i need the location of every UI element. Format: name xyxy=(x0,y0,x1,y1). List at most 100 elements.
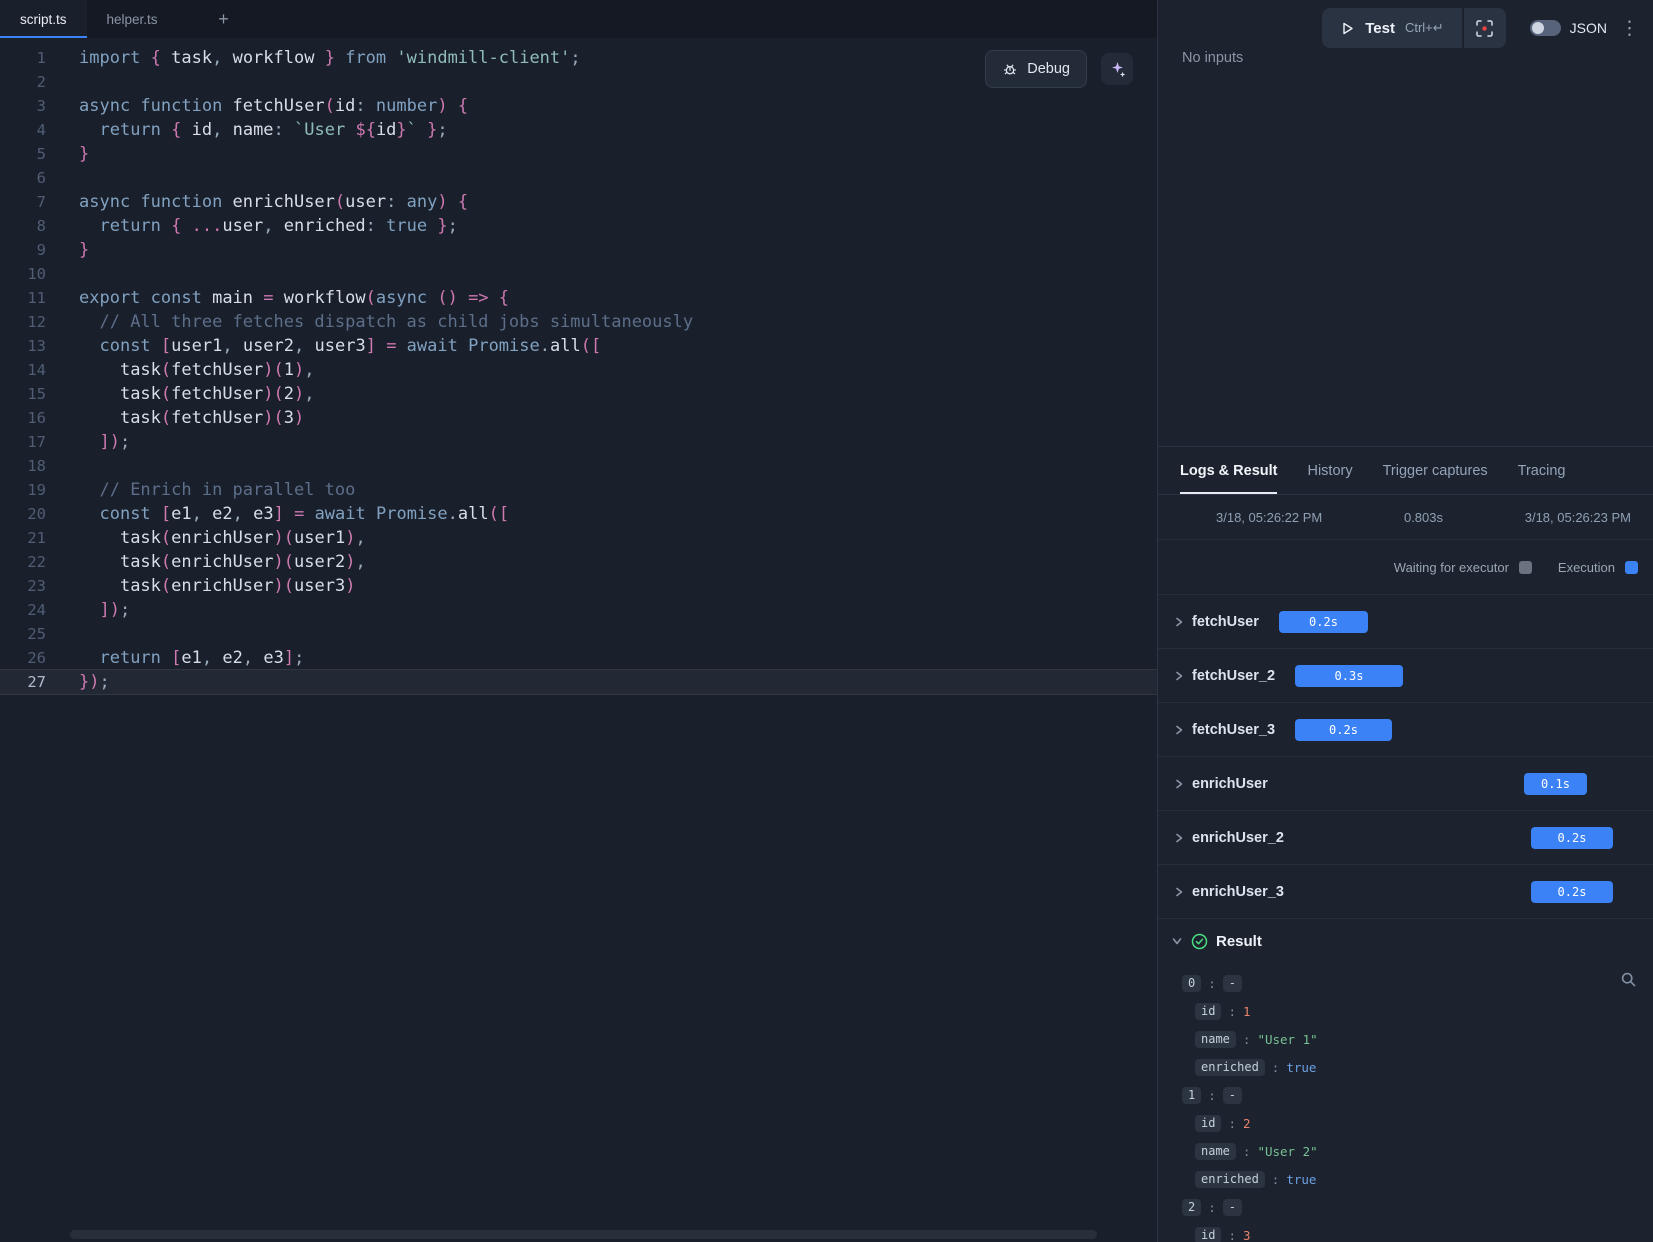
line-number: 1 xyxy=(0,46,46,70)
code-line-1[interactable]: 1import { task, workflow } from 'windmil… xyxy=(0,46,1157,70)
chevron-right-icon xyxy=(1173,832,1185,844)
job-row-enrichUser[interactable]: enrichUser0.1s xyxy=(1158,757,1653,811)
result-row-1[interactable]: 1:- xyxy=(1158,1081,1653,1109)
debug-button-label: Debug xyxy=(1027,61,1070,77)
line-number: 17 xyxy=(0,430,46,454)
result-row-id[interactable]: id:2 xyxy=(1158,1109,1653,1137)
result-key[interactable]: 1 xyxy=(1182,1087,1201,1104)
job-name: enrichUser_2 xyxy=(1192,830,1284,846)
result-key[interactable]: 2 xyxy=(1182,1199,1201,1216)
chevron-right-icon xyxy=(1173,886,1185,898)
code-line-3[interactable]: 3async function fetchUser(id: number) { xyxy=(0,94,1157,118)
ai-wand-button[interactable] xyxy=(1101,53,1133,85)
code-line-9[interactable]: 9} xyxy=(0,238,1157,262)
horizontal-scrollbar[interactable] xyxy=(70,1230,1097,1239)
new-tab-button[interactable]: + xyxy=(206,0,242,38)
magic-wand-icon xyxy=(1109,61,1126,78)
result-row-name[interactable]: name:"User 2" xyxy=(1158,1137,1653,1165)
test-button[interactable]: Test Ctrl+↵ xyxy=(1322,8,1461,48)
test-button-label: Test xyxy=(1365,20,1395,37)
line-number: 22 xyxy=(0,550,46,574)
focus-mode-button[interactable] xyxy=(1464,8,1506,48)
code-line-15[interactable]: 15 task(fetchUser)(2), xyxy=(0,382,1157,406)
result-value: true xyxy=(1286,1172,1316,1187)
code-line-12[interactable]: 12 // All three fetches dispatch as chil… xyxy=(0,310,1157,334)
panel-tab-trigger-captures[interactable]: Trigger captures xyxy=(1383,447,1488,494)
job-row-enrichUser_3[interactable]: enrichUser_30.2s xyxy=(1158,865,1653,919)
line-content: const [user1, user2, user3] = await Prom… xyxy=(46,334,601,358)
editor-actions: Debug xyxy=(985,50,1133,88)
code-line-7[interactable]: 7async function enrichUser(user: any) { xyxy=(0,190,1157,214)
result-row-id[interactable]: id:3 xyxy=(1158,1221,1653,1242)
code-line-2[interactable]: 2 xyxy=(0,70,1157,94)
line-content: task(fetchUser)(2), xyxy=(46,382,315,406)
result-key[interactable]: 0 xyxy=(1182,975,1201,992)
legend-waiting-swatch xyxy=(1519,561,1532,574)
code-line-20[interactable]: 20 const [e1, e2, e3] = await Promise.al… xyxy=(0,502,1157,526)
result-row-2[interactable]: 2:- xyxy=(1158,1193,1653,1221)
timeline-legend: Waiting for executor Execution xyxy=(1158,540,1653,595)
result-key[interactable]: enriched xyxy=(1195,1059,1265,1076)
job-list: fetchUser0.2sfetchUser_20.3sfetchUser_30… xyxy=(1158,595,1653,919)
code-line-22[interactable]: 22 task(enrichUser)(user2), xyxy=(0,550,1157,574)
result-key[interactable]: id xyxy=(1195,1227,1221,1242)
result-row-name[interactable]: name:"User 1" xyxy=(1158,1025,1653,1053)
result-key[interactable]: name xyxy=(1195,1143,1236,1160)
code-line-18[interactable]: 18 xyxy=(0,454,1157,478)
code-line-24[interactable]: 24 ]); xyxy=(0,598,1157,622)
editor-tab-script-ts[interactable]: script.ts xyxy=(0,0,87,38)
code-line-26[interactable]: 26 return [e1, e2, e3]; xyxy=(0,646,1157,670)
result-key[interactable]: id xyxy=(1195,1003,1221,1020)
job-duration-badge: 0.1s xyxy=(1524,773,1587,795)
panel-tab-history[interactable]: History xyxy=(1307,447,1352,494)
job-row-fetchUser_3[interactable]: fetchUser_30.2s xyxy=(1158,703,1653,757)
editor-tab-helper-ts[interactable]: helper.ts xyxy=(87,0,178,38)
code-line-23[interactable]: 23 task(enrichUser)(user3) xyxy=(0,574,1157,598)
code-line-10[interactable]: 10 xyxy=(0,262,1157,286)
test-shortcut: Ctrl+↵ xyxy=(1405,20,1444,36)
result-row-0[interactable]: 0:- xyxy=(1158,969,1653,997)
code-line-4[interactable]: 4 return { id, name: `User ${id}` }; xyxy=(0,118,1157,142)
code-line-21[interactable]: 21 task(enrichUser)(user1), xyxy=(0,526,1157,550)
line-number: 4 xyxy=(0,118,46,142)
code-line-5[interactable]: 5} xyxy=(0,142,1157,166)
line-content: // Enrich in parallel too xyxy=(46,478,355,502)
line-number: 19 xyxy=(0,478,46,502)
result-row-id[interactable]: id:1 xyxy=(1158,997,1653,1025)
job-row-fetchUser[interactable]: fetchUser0.2s xyxy=(1158,595,1653,649)
json-toggle[interactable] xyxy=(1530,20,1561,36)
code-line-19[interactable]: 19 // Enrich in parallel too xyxy=(0,478,1157,502)
result-section-header[interactable]: Result xyxy=(1158,919,1653,963)
result-row-enriched[interactable]: enriched: true xyxy=(1158,1165,1653,1193)
line-number: 12 xyxy=(0,310,46,334)
job-row-enrichUser_2[interactable]: enrichUser_20.2s xyxy=(1158,811,1653,865)
job-row-fetchUser_2[interactable]: fetchUser_20.3s xyxy=(1158,649,1653,703)
code-line-27[interactable]: 27}); xyxy=(0,670,1157,694)
result-key[interactable]: name xyxy=(1195,1031,1236,1048)
code-line-11[interactable]: 11export const main = workflow(async () … xyxy=(0,286,1157,310)
debug-button[interactable]: Debug xyxy=(985,50,1087,88)
result-key[interactable]: id xyxy=(1195,1115,1221,1132)
key-value-separator: : xyxy=(1272,1172,1280,1187)
run-started-at: 3/18, 05:26:22 PM xyxy=(1216,510,1322,525)
result-value: 1 xyxy=(1243,1004,1251,1019)
job-duration-badge: 0.2s xyxy=(1295,719,1392,741)
code-line-8[interactable]: 8 return { ...user, enriched: true }; xyxy=(0,214,1157,238)
code-editor[interactable]: 1import { task, workflow } from 'windmil… xyxy=(0,38,1157,1242)
result-row-enriched[interactable]: enriched:true xyxy=(1158,1053,1653,1081)
kebab-menu-icon[interactable]: ⋮ xyxy=(1616,19,1643,38)
search-icon[interactable] xyxy=(1620,971,1637,991)
line-number: 20 xyxy=(0,502,46,526)
code-line-16[interactable]: 16 task(fetchUser)(3) xyxy=(0,406,1157,430)
line-number: 8 xyxy=(0,214,46,238)
code-line-6[interactable]: 6 xyxy=(0,166,1157,190)
code-line-13[interactable]: 13 const [user1, user2, user3] = await P… xyxy=(0,334,1157,358)
code-line-25[interactable]: 25 xyxy=(0,622,1157,646)
code-line-14[interactable]: 14 task(fetchUser)(1), xyxy=(0,358,1157,382)
code-line-17[interactable]: 17 ]); xyxy=(0,430,1157,454)
panel-tab-tracing[interactable]: Tracing xyxy=(1518,447,1566,494)
result-key[interactable]: enriched xyxy=(1195,1171,1265,1188)
code-lines: 1import { task, workflow } from 'windmil… xyxy=(0,46,1157,694)
app-window: script.tshelper.ts + 1import { task, wor… xyxy=(0,0,1653,1242)
panel-tab-logs-result[interactable]: Logs & Result xyxy=(1180,447,1277,494)
